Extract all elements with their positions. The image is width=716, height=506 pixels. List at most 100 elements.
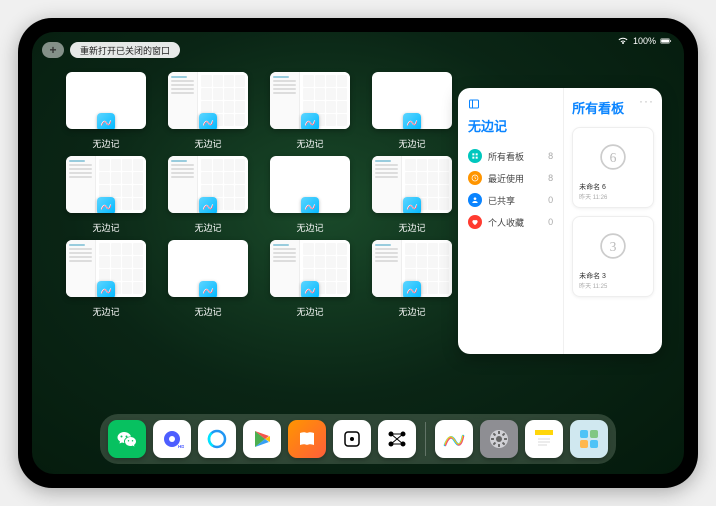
window-card[interactable]: 无边记 — [270, 156, 350, 234]
window-label: 无边记 — [92, 137, 119, 150]
sidebar-item-count: 8 — [548, 151, 553, 161]
window-thumbnail — [66, 156, 146, 213]
window-card[interactable]: 无边记 — [66, 72, 146, 150]
wifi-icon — [617, 37, 629, 45]
svg-text:3: 3 — [610, 239, 617, 254]
more-icon[interactable]: ··· — [639, 94, 654, 108]
ipad-device: 100% + 重新打开已关闭的窗口 无边记无边记无边记无边记无边记无边记无边记无… — [18, 18, 698, 488]
widget-left-title: 无边记 — [468, 116, 553, 135]
battery-icon — [660, 37, 672, 45]
sidebar-icon — [468, 98, 480, 110]
board-name: 未命名 3 — [579, 271, 647, 281]
sidebar-item-grid[interactable]: 所有看板 8 — [468, 145, 553, 167]
dock-separator — [425, 422, 426, 456]
status-bar: 100% — [617, 36, 672, 46]
freeform-app-icon — [97, 113, 115, 129]
freeform-app-icon — [97, 197, 115, 213]
board-subtitle: 昨天 11:25 — [579, 281, 647, 290]
window-thumbnail — [168, 240, 248, 297]
window-card[interactable]: 无边记 — [168, 240, 248, 318]
sidebar-item-label: 所有看板 — [488, 150, 524, 163]
sidebar-item-clock[interactable]: 最近使用 8 — [468, 167, 553, 189]
dock-notes-icon[interactable] — [525, 420, 563, 458]
window-label: 无边记 — [398, 137, 425, 150]
window-thumbnail — [270, 72, 350, 129]
dock-freeform-icon[interactable] — [435, 420, 473, 458]
freeform-app-icon — [199, 281, 217, 297]
sidebar-item-label: 个人收藏 — [488, 216, 524, 229]
widget-left-pane: 无边记 所有看板 8 最近使用 8 已共享0 个人收藏 0 — [458, 88, 564, 354]
window-card[interactable]: 无边记 — [372, 240, 452, 318]
sidebar-item-count: 0 — [548, 195, 553, 205]
dock-qqbrowser-icon[interactable] — [198, 420, 236, 458]
freeform-app-icon — [403, 197, 421, 213]
board-subtitle: 昨天 11:26 — [579, 192, 647, 201]
dock-network-icon[interactable] — [378, 420, 416, 458]
svg-text:6: 6 — [610, 150, 617, 165]
svg-text:HD: HD — [178, 444, 184, 449]
window-card[interactable]: 无边记 — [168, 156, 248, 234]
window-card[interactable]: 无边记 — [168, 72, 248, 150]
window-card[interactable]: 无边记 — [270, 72, 350, 150]
screen: 100% + 重新打开已关闭的窗口 无边记无边记无边记无边记无边记无边记无边记无… — [32, 32, 684, 474]
freeform-sidebar-widget[interactable]: 无边记 所有看板8最近使用8已共享0个人收藏0 ··· 所有看板 6未命名 6昨… — [458, 88, 662, 354]
reopen-label: 重新打开已关闭的窗口 — [80, 44, 170, 57]
dock-widgets-icon[interactable] — [570, 420, 608, 458]
freeform-app-icon — [199, 197, 217, 213]
window-thumbnail — [168, 156, 248, 213]
board-name: 未命名 6 — [579, 182, 647, 192]
board-card[interactable]: 6 未命名 6昨天 11:26 — [572, 127, 654, 208]
reopen-closed-window-button[interactable]: 重新打开已关闭的窗口 — [70, 42, 180, 58]
battery-label: 100% — [633, 36, 656, 46]
freeform-app-icon — [301, 281, 319, 297]
dock-settings-icon[interactable] — [480, 420, 518, 458]
window-label: 无边记 — [398, 305, 425, 318]
dock-dice-icon[interactable] — [333, 420, 371, 458]
window-card[interactable]: 无边记 — [270, 240, 350, 318]
widget-right-pane: ··· 所有看板 6未命名 6昨天 11:263未命名 3昨天 11:25 — [564, 88, 662, 354]
window-label: 无边记 — [296, 221, 323, 234]
window-label: 无边记 — [194, 221, 221, 234]
dock-wechat-icon[interactable] — [108, 420, 146, 458]
window-thumbnail — [270, 156, 350, 213]
window-thumbnail — [66, 72, 146, 129]
grid-icon — [468, 149, 482, 163]
freeform-app-icon — [199, 113, 217, 129]
freeform-app-icon — [403, 281, 421, 297]
window-label: 无边记 — [92, 221, 119, 234]
sidebar-item-person[interactable]: 已共享0 — [468, 189, 553, 211]
window-label: 无边记 — [398, 221, 425, 234]
window-card[interactable]: 无边记 — [66, 240, 146, 318]
window-label: 无边记 — [92, 305, 119, 318]
window-label: 无边记 — [296, 305, 323, 318]
freeform-app-icon — [403, 113, 421, 129]
window-thumbnail — [372, 72, 452, 129]
sidebar-item-count: 0 — [548, 217, 553, 227]
freeform-app-icon — [301, 113, 319, 129]
sidebar-item-count: 8 — [548, 173, 553, 183]
window-thumbnail — [168, 72, 248, 129]
window-thumbnail — [372, 240, 452, 297]
app-expose-grid: 无边记无边记无边记无边记无边记无边记无边记无边记无边记无边记无边记无边记 — [66, 72, 452, 318]
board-preview: 6 — [579, 134, 647, 180]
sidebar-item-label: 最近使用 — [488, 172, 524, 185]
window-label: 无边记 — [194, 137, 221, 150]
dock-play-icon[interactable] — [243, 420, 281, 458]
window-card[interactable]: 无边记 — [66, 156, 146, 234]
window-card[interactable]: 无边记 — [372, 72, 452, 150]
dock-books-icon[interactable] — [288, 420, 326, 458]
add-window-button[interactable]: + — [42, 42, 64, 58]
clock-icon — [468, 171, 482, 185]
freeform-app-icon — [301, 197, 319, 213]
window-thumbnail — [372, 156, 452, 213]
window-card[interactable]: 无边记 — [372, 156, 452, 234]
plus-icon: + — [49, 43, 56, 57]
dock: HD — [100, 414, 616, 464]
window-thumbnail — [270, 240, 350, 297]
top-controls: + 重新打开已关闭的窗口 — [42, 42, 180, 58]
freeform-app-icon — [97, 281, 115, 297]
sidebar-item-heart[interactable]: 个人收藏 0 — [468, 211, 553, 233]
window-label: 无边记 — [194, 305, 221, 318]
dock-quark-icon[interactable]: HD — [153, 420, 191, 458]
board-card[interactable]: 3 未命名 3昨天 11:25 — [572, 216, 654, 297]
